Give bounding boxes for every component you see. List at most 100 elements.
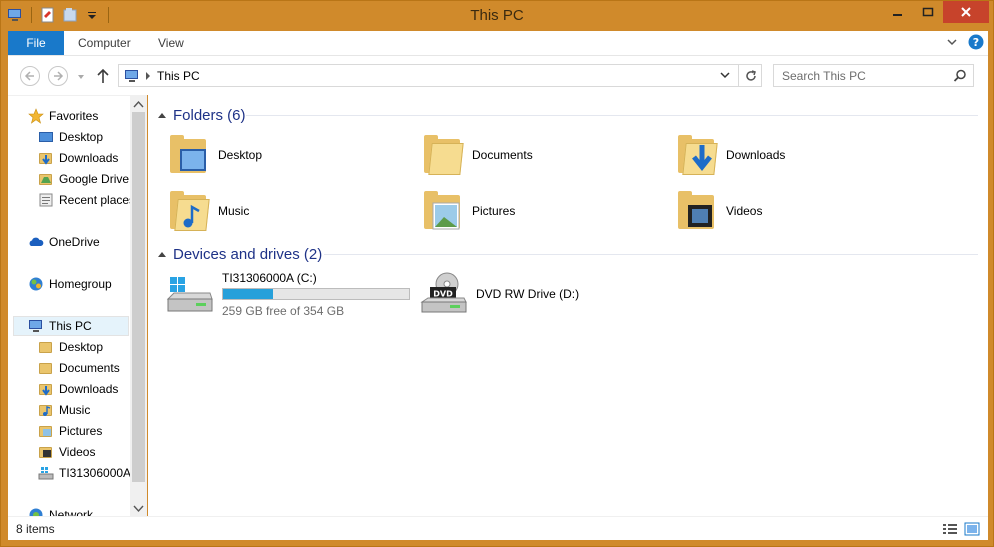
tile-label: Documents [472,148,533,162]
devices-group-header[interactable]: Devices and drives (2) [158,243,322,265]
view-switcher [942,522,980,539]
collapse-icon[interactable] [158,112,166,118]
search-input[interactable]: Search This PC [773,64,974,87]
nav-label: OneDrive [49,235,100,249]
videos-folder-icon [38,444,54,460]
address-path: This PC [157,69,200,83]
group-divider [324,254,978,255]
svg-text:DVD: DVD [433,290,453,299]
scroll-down-icon[interactable] [133,502,144,516]
collapse-icon[interactable] [158,251,166,257]
minimize-button[interactable] [883,1,913,23]
nav-label: Documents [59,361,120,375]
drive-tile-c[interactable]: TI31306000A (C:) 259 GB free of 354 GB [166,267,410,321]
nav-pc-videos[interactable]: Videos [38,442,95,462]
desktop-icon [38,129,54,145]
tab-computer[interactable]: Computer [78,31,131,55]
details-view-icon[interactable] [942,522,958,539]
tile-label: Downloads [726,148,786,162]
tile-label: Desktop [218,148,263,162]
nav-pc-pictures[interactable]: Pictures [38,421,102,441]
downloads-folder-icon [676,131,718,179]
help-icon[interactable]: ? [968,34,984,53]
google-drive-folder-icon [38,171,54,187]
forward-button[interactable] [48,66,68,86]
nav-pc-music[interactable]: Music [38,400,90,420]
nav-label: Desktop [59,130,104,144]
navigation-pane: Favorites Desktop Downloads Google Drive [8,95,147,516]
hard-drive-icon [166,269,214,317]
recent-places-icon [38,192,54,208]
folder-tile-pictures[interactable]: Pictures [422,185,515,237]
nav-favorite-downloads[interactable]: Downloads [38,148,118,168]
nav-label: Desktop [59,340,104,354]
drive-usage-fill [223,289,273,299]
drive-label: DVD RW Drive (D:) [476,287,580,301]
breadcrumb-chevron-icon[interactable] [144,70,152,85]
folder-icon [38,360,54,376]
tab-file[interactable]: File [8,31,64,55]
nav-this-pc[interactable]: This PC [13,316,129,336]
drive-free-space: 259 GB free of 354 GB [222,304,345,318]
folders-group-header[interactable]: Folders (6) [158,104,246,126]
address-divider [738,65,739,86]
ribbon-tabs: File Computer View ? [8,31,988,55]
nav-pc-drive-c[interactable]: TI31306000A [38,463,131,483]
nav-scrollbar[interactable] [130,96,147,516]
folder-tile-music[interactable]: Music [168,185,249,237]
music-folder-icon [38,402,54,418]
pictures-folder-icon [422,187,464,235]
star-icon [28,108,44,124]
nav-homegroup[interactable]: Homegroup [28,274,112,294]
nav-label: Downloads [59,382,119,396]
up-arrow-icon[interactable] [96,68,110,87]
recent-locations-icon[interactable] [76,71,86,85]
folder-tile-documents[interactable]: Documents [422,129,533,181]
large-icons-view-icon[interactable] [964,522,980,539]
item-count: 8 items [16,522,55,536]
address-bar[interactable]: This PC [118,64,762,87]
address-dropdown-icon[interactable] [719,69,731,84]
pictures-folder-icon [38,423,54,439]
folder-tile-downloads[interactable]: Downloads [676,129,785,181]
music-folder-icon [168,187,210,235]
nav-favorite-google-drive[interactable]: Google Drive [38,169,129,189]
folder-tile-desktop[interactable]: Desktop [168,129,262,181]
cloud-icon [28,234,44,250]
window-controls [883,1,989,23]
maximize-button[interactable] [913,1,943,23]
address-row: This PC Search This PC [8,55,988,95]
group-title: Folders (6) [173,106,246,124]
drive-tile-d[interactable]: DVD DVD RW Drive (D:) [420,269,579,319]
scroll-up-icon[interactable] [133,99,144,113]
back-button[interactable] [20,66,40,86]
nav-favorite-recent-places[interactable]: Recent places [38,190,135,210]
content-pane: Folders (6) Desktop Documents Downloads [148,95,988,516]
nav-favorite-desktop[interactable]: Desktop [38,127,103,147]
nav-pc-downloads[interactable]: Downloads [38,379,118,399]
nav-pc-documents[interactable]: Documents [38,358,120,378]
ribbon-right-controls: ? [946,34,984,53]
nav-favorites[interactable]: Favorites [28,106,98,126]
network-icon [28,507,44,516]
homegroup-icon [28,276,44,292]
folder-icon [38,339,54,355]
nav-label: Google Drive [59,172,130,186]
expand-ribbon-icon[interactable] [946,36,958,51]
search-placeholder: Search This PC [782,69,866,83]
tile-label: Music [218,204,250,218]
nav-label: Network [49,508,94,516]
nav-label: Pictures [59,424,103,438]
nav-pc-desktop[interactable]: Desktop [38,337,103,357]
folder-tile-videos[interactable]: Videos [676,185,762,237]
tab-view[interactable]: View [158,31,184,55]
nav-onedrive[interactable]: OneDrive [28,232,100,252]
nav-label: This PC [49,319,92,333]
close-button[interactable] [943,1,989,23]
search-icon[interactable] [953,69,967,86]
refresh-icon[interactable] [744,69,758,86]
nav-network[interactable]: Network [28,505,93,516]
group-title: Devices and drives (2) [173,245,323,263]
scrollbar-thumb[interactable] [132,112,145,482]
computer-icon [28,318,44,334]
